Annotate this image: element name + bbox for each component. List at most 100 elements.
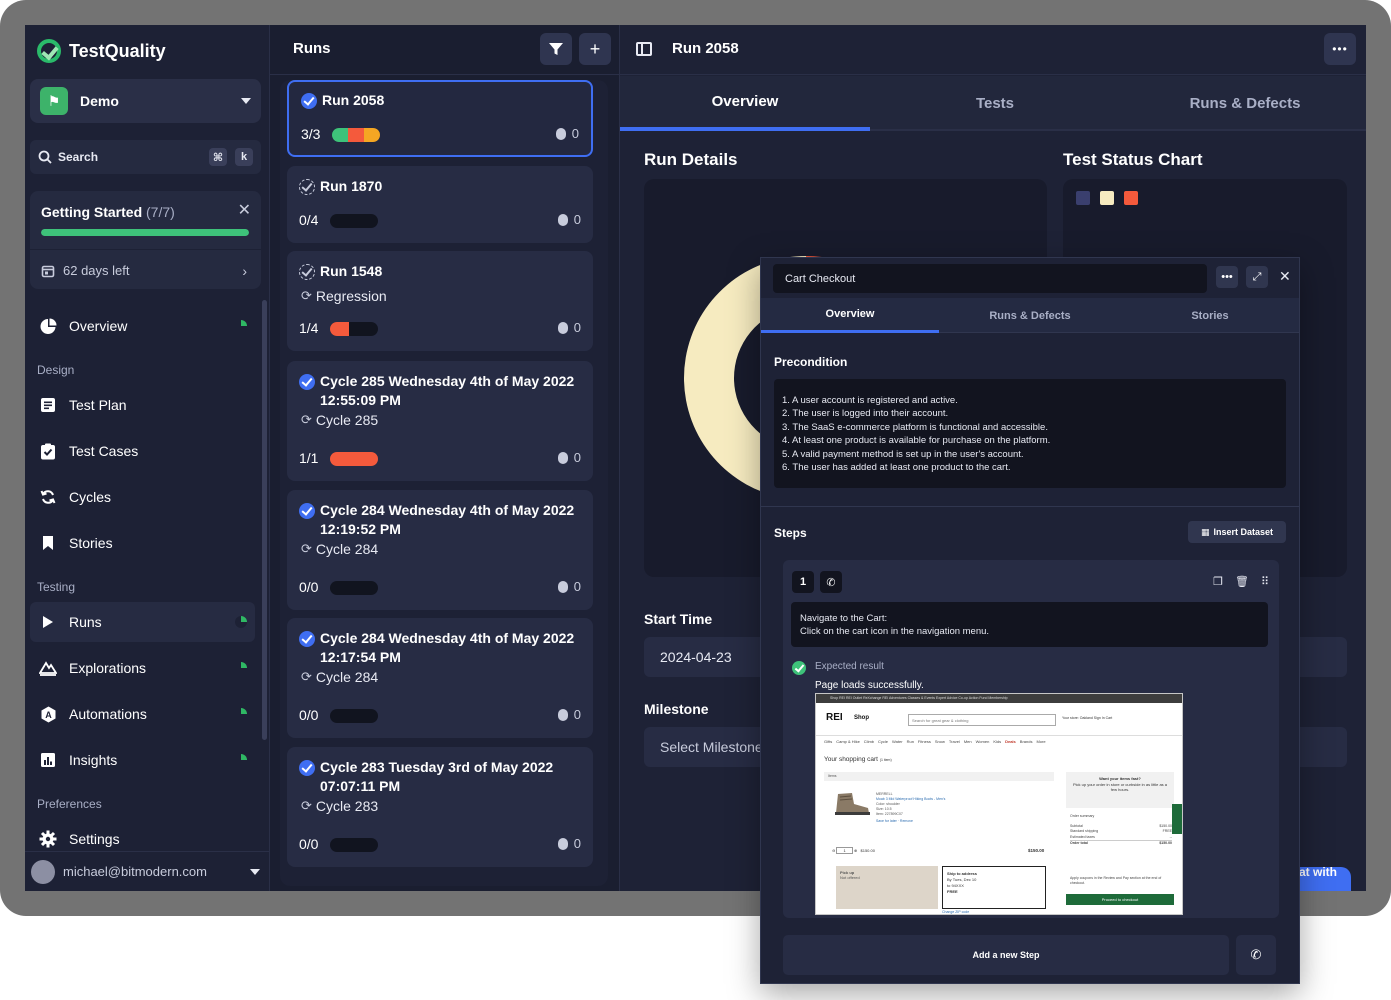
app-name: TestQuality (69, 40, 166, 61)
status-segment (330, 322, 350, 336)
gear-icon (39, 830, 57, 848)
tab-runs-defects[interactable]: Runs & Defects (1120, 76, 1366, 131)
run-title: Run 1870 (299, 177, 559, 196)
run-card[interactable]: Cycle 285 Wednesday 4th of May 2022 12:5… (287, 361, 593, 481)
sidebar-item-runs[interactable]: Runs (30, 602, 255, 642)
progress-pie-icon (235, 754, 247, 766)
shop-category: Deals (1005, 739, 1016, 744)
sidebar-item-test-plan[interactable]: Test Plan (30, 385, 255, 425)
run-card[interactable]: Cycle 283 Tuesday 3rd of May 2022 07:07:… (287, 747, 593, 867)
precondition-item: 2. The user is logged into their account… (782, 408, 949, 420)
run-cycle: ⟳ Cycle 283 (301, 798, 379, 814)
popup-tabs: Overview Runs & Defects Stories (761, 298, 1299, 333)
run-card[interactable]: Cycle 284 Wednesday 4th of May 2022 12:1… (287, 618, 593, 738)
sidebar-scrollbar[interactable] (262, 300, 267, 740)
add-call-step-button[interactable]: ✆ (1236, 935, 1276, 975)
search-button[interactable]: Search ⌘ k (30, 140, 261, 174)
progress-pie-icon (235, 708, 247, 720)
chart-heading: Test Status Chart (1063, 150, 1203, 169)
run-title: Run 2058 (301, 91, 561, 110)
step-line: Navigate to the Cart: (800, 613, 888, 624)
insert-dataset-label: Insert Dataset (1213, 527, 1274, 537)
bug-icon (555, 127, 566, 140)
filter-button[interactable] (540, 33, 572, 65)
pie-chart-icon (39, 317, 57, 335)
call-step-button[interactable]: ✆ (820, 571, 842, 593)
sidebar-toggle-icon[interactable] (636, 42, 652, 56)
trash-icon[interactable]: 🗑 (1235, 575, 1249, 588)
logo-check-icon (37, 39, 61, 63)
close-icon[interactable]: ✕ (1279, 268, 1291, 285)
bar-chart-icon (39, 751, 57, 769)
play-icon (39, 613, 57, 631)
tab-tests[interactable]: Tests (870, 76, 1120, 131)
shop-category: Gifts (824, 739, 833, 744)
chevron-right-icon: › (242, 263, 247, 279)
add-step-button[interactable]: Add a new Step (783, 935, 1229, 975)
start-time-label: Start Time (644, 611, 713, 627)
popup-tab-overview[interactable]: Overview (761, 298, 939, 333)
bug-icon (557, 580, 568, 593)
sidebar-item-overview[interactable]: Overview (30, 306, 255, 346)
step-description[interactable]: Navigate to the Cart: Click on the cart … (791, 602, 1268, 647)
expand-button[interactable]: ⤢ (1246, 266, 1268, 288)
user-menu[interactable]: michael@bitmodern.com (25, 851, 270, 891)
expected-result-screenshot[interactable]: Shop REI REI Outlet ReXchange REI Advent… (815, 693, 1183, 915)
defect-count: 0 (557, 450, 581, 465)
popup-tab-runs-defects[interactable]: Runs & Defects (941, 298, 1119, 333)
sidebar-item-label: Overview (69, 318, 128, 334)
getting-started-card[interactable]: Getting Started (7/7) ✕ 62 days left › (30, 191, 261, 289)
document-icon (39, 396, 57, 414)
shop-ship-option: Ship to address By Tues, Dec 10 to 94XXX… (942, 866, 1046, 909)
run-card[interactable]: Run 1870 0/4 0 (287, 166, 593, 243)
tab-overview[interactable]: Overview (620, 76, 870, 131)
more-button[interactable]: ••• (1324, 33, 1356, 65)
pending-check-icon (299, 264, 315, 280)
getting-started-count: (7/7) (146, 204, 175, 220)
step-card: 1 ✆ ❐ 🗑 ⠿ Navigate to the Cart: Click on… (783, 560, 1279, 918)
project-selector[interactable]: ⚑ Demo (30, 79, 261, 123)
sidebar-item-label: Stories (69, 535, 113, 551)
run-cycle: ⟳ Regression (301, 288, 387, 304)
app-logo[interactable]: TestQuality (37, 39, 166, 63)
sidebar-item-explorations[interactable]: Explorations (30, 648, 255, 688)
run-card[interactable]: Cycle 284 Wednesday 4th of May 2022 12:1… (287, 490, 593, 610)
run-status-bar (330, 322, 378, 336)
start-time-value: 2024-04-23 (660, 649, 732, 665)
insert-dataset-button[interactable]: ▦ Insert Dataset (1188, 521, 1286, 543)
add-run-button[interactable]: + (579, 33, 611, 65)
step-tools: ❐ 🗑 ⠿ (1213, 575, 1269, 588)
milestone-label: Milestone (644, 701, 709, 717)
precondition-item: 4. At least one product is available for… (782, 435, 1051, 447)
run-card[interactable]: Run 1548 ⟳ Regression 1/4 0 (287, 251, 593, 351)
sidebar-item-cycles[interactable]: Cycles (30, 477, 255, 517)
shop-pickup-option: Pick up Not offered (836, 866, 938, 909)
precondition-box[interactable]: 1. A user account is registered and acti… (774, 379, 1286, 488)
trial-days[interactable]: 62 days left (41, 263, 130, 278)
run-status-bar (330, 838, 378, 852)
chevron-down-icon (250, 868, 260, 875)
more-icon: ••• (1332, 42, 1348, 56)
check-circle-icon (792, 661, 806, 675)
sidebar-item-insights[interactable]: Insights (30, 740, 255, 780)
test-case-title-input[interactable]: Cart Checkout (773, 264, 1207, 293)
steps-heading: Steps (774, 526, 807, 540)
check-circle-icon (299, 374, 315, 390)
shortcut-key-k: k (235, 148, 253, 166)
detail-header: Run 2058 ••• (620, 25, 1366, 75)
copy-icon[interactable]: ❐ (1213, 575, 1223, 588)
shortcut-key-cmd: ⌘ (209, 148, 227, 166)
popup-tab-stories[interactable]: Stories (1121, 298, 1299, 333)
run-count: 3/3 (301, 126, 321, 142)
status-segment (347, 128, 365, 142)
sidebar-item-automations[interactable]: A Automations (30, 694, 255, 734)
shop-line-total: $150.00 (1028, 848, 1045, 853)
drag-handle-icon[interactable]: ⠿ (1261, 575, 1269, 588)
shop-category: Women (975, 739, 990, 744)
sidebar-item-stories[interactable]: Stories (30, 523, 255, 563)
run-card[interactable]: Run 2058 3/3 0 (287, 80, 593, 157)
popup-more-button[interactable]: ••• (1216, 266, 1238, 288)
sidebar-item-test-cases[interactable]: Test Cases (30, 431, 255, 471)
close-icon[interactable]: ✕ (238, 200, 251, 220)
cycle-icon: ⟳ (301, 541, 312, 556)
